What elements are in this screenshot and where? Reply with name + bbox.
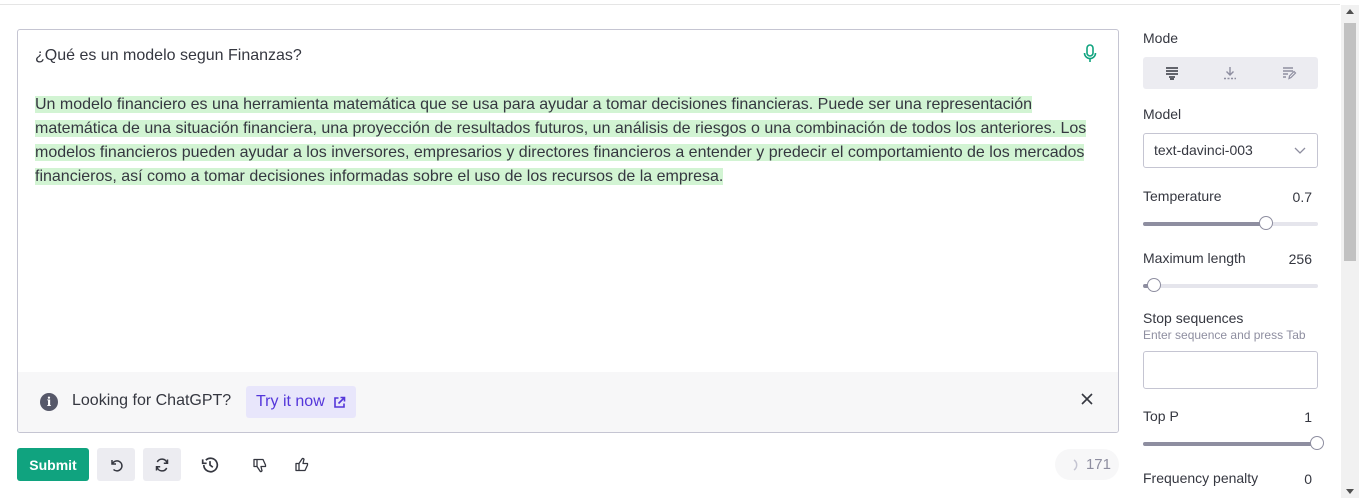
mode-edit-button[interactable] [1260,57,1318,89]
top-p-slider-fill [1143,442,1318,446]
playground-editor[interactable]: ¿Qué es un modelo segun Finanzas? Un mod… [17,29,1119,433]
max-length-label: Maximum length [1143,250,1246,266]
thumbs-up-icon [295,457,309,471]
insert-mode-icon [1224,67,1237,80]
scroll-up-arrow[interactable] [1346,9,1354,14]
undo-button[interactable] [97,448,135,481]
microphone-icon[interactable] [1082,44,1098,64]
scroll-down-arrow[interactable] [1346,489,1354,494]
progress-ring-icon [1073,458,1078,471]
max-length-slider[interactable] [1143,278,1318,292]
mode-selector [1143,57,1318,89]
top-p-slider[interactable] [1143,436,1324,450]
mode-complete-button[interactable] [1143,57,1201,89]
thumbs-down-button[interactable] [241,448,279,481]
submit-button[interactable]: Submit [17,448,89,481]
stop-sequences-label: Stop sequences [1143,310,1244,326]
mode-label: Mode [1143,30,1179,46]
refresh-icon [155,457,169,472]
undo-icon [111,459,123,472]
token-count: 171 [1085,456,1111,473]
chevron-down-icon [1294,147,1306,154]
external-link-icon [333,396,346,408]
thumbs-down-icon [253,458,267,472]
prompt-text[interactable]: ¿Qué es un modelo segun Finanzas? [35,47,302,65]
model-select[interactable]: text-davinci-003 [1143,133,1318,168]
stop-sequences-hint: Enter sequence and press Tab [1143,328,1306,342]
mode-insert-button[interactable] [1201,57,1259,89]
max-length-value[interactable]: 256 [1272,251,1312,267]
top-p-slider-handle[interactable] [1310,436,1324,450]
temperature-slider-fill [1143,222,1266,226]
stop-sequences-input[interactable] [1143,351,1318,389]
model-label: Model [1143,106,1182,122]
frequency-penalty-label: Frequency penalty [1143,470,1259,486]
temperature-slider-handle[interactable] [1258,216,1273,230]
completion-text[interactable]: Un modelo financiero es una herramienta … [35,93,1095,189]
top-p-value[interactable]: 1 [1272,409,1312,425]
frequency-penalty-value[interactable]: 0 [1272,471,1312,487]
try-it-now-link[interactable]: Try it now [246,386,356,418]
model-select-value: text-davinci-003 [1154,142,1253,158]
page-scrollbar[interactable] [1341,5,1359,498]
history-icon [201,456,219,473]
banner-text: Looking for ChatGPT? [72,392,232,409]
top-divider [0,4,1340,5]
completion-highlight: Un modelo financiero es una herramienta … [35,96,1087,185]
complete-mode-icon [1166,67,1179,80]
regenerate-button[interactable] [143,448,181,481]
close-icon[interactable] [1080,392,1094,406]
top-p-label: Top P [1143,408,1179,424]
temperature-value[interactable]: 0.7 [1272,189,1312,205]
try-it-now-label: Try it now [256,393,325,410]
temperature-label: Temperature [1143,188,1222,204]
edit-mode-icon [1282,67,1297,80]
temperature-slider[interactable] [1143,216,1318,230]
max-length-slider-handle[interactable] [1147,278,1162,292]
token-counter: 171 [1055,449,1119,480]
info-icon: i [40,393,58,411]
chatgpt-banner: i Looking for ChatGPT? Try it now [18,372,1118,432]
thumbs-up-button[interactable] [283,448,321,481]
history-button[interactable] [191,448,229,481]
scroll-thumb[interactable] [1344,23,1356,261]
